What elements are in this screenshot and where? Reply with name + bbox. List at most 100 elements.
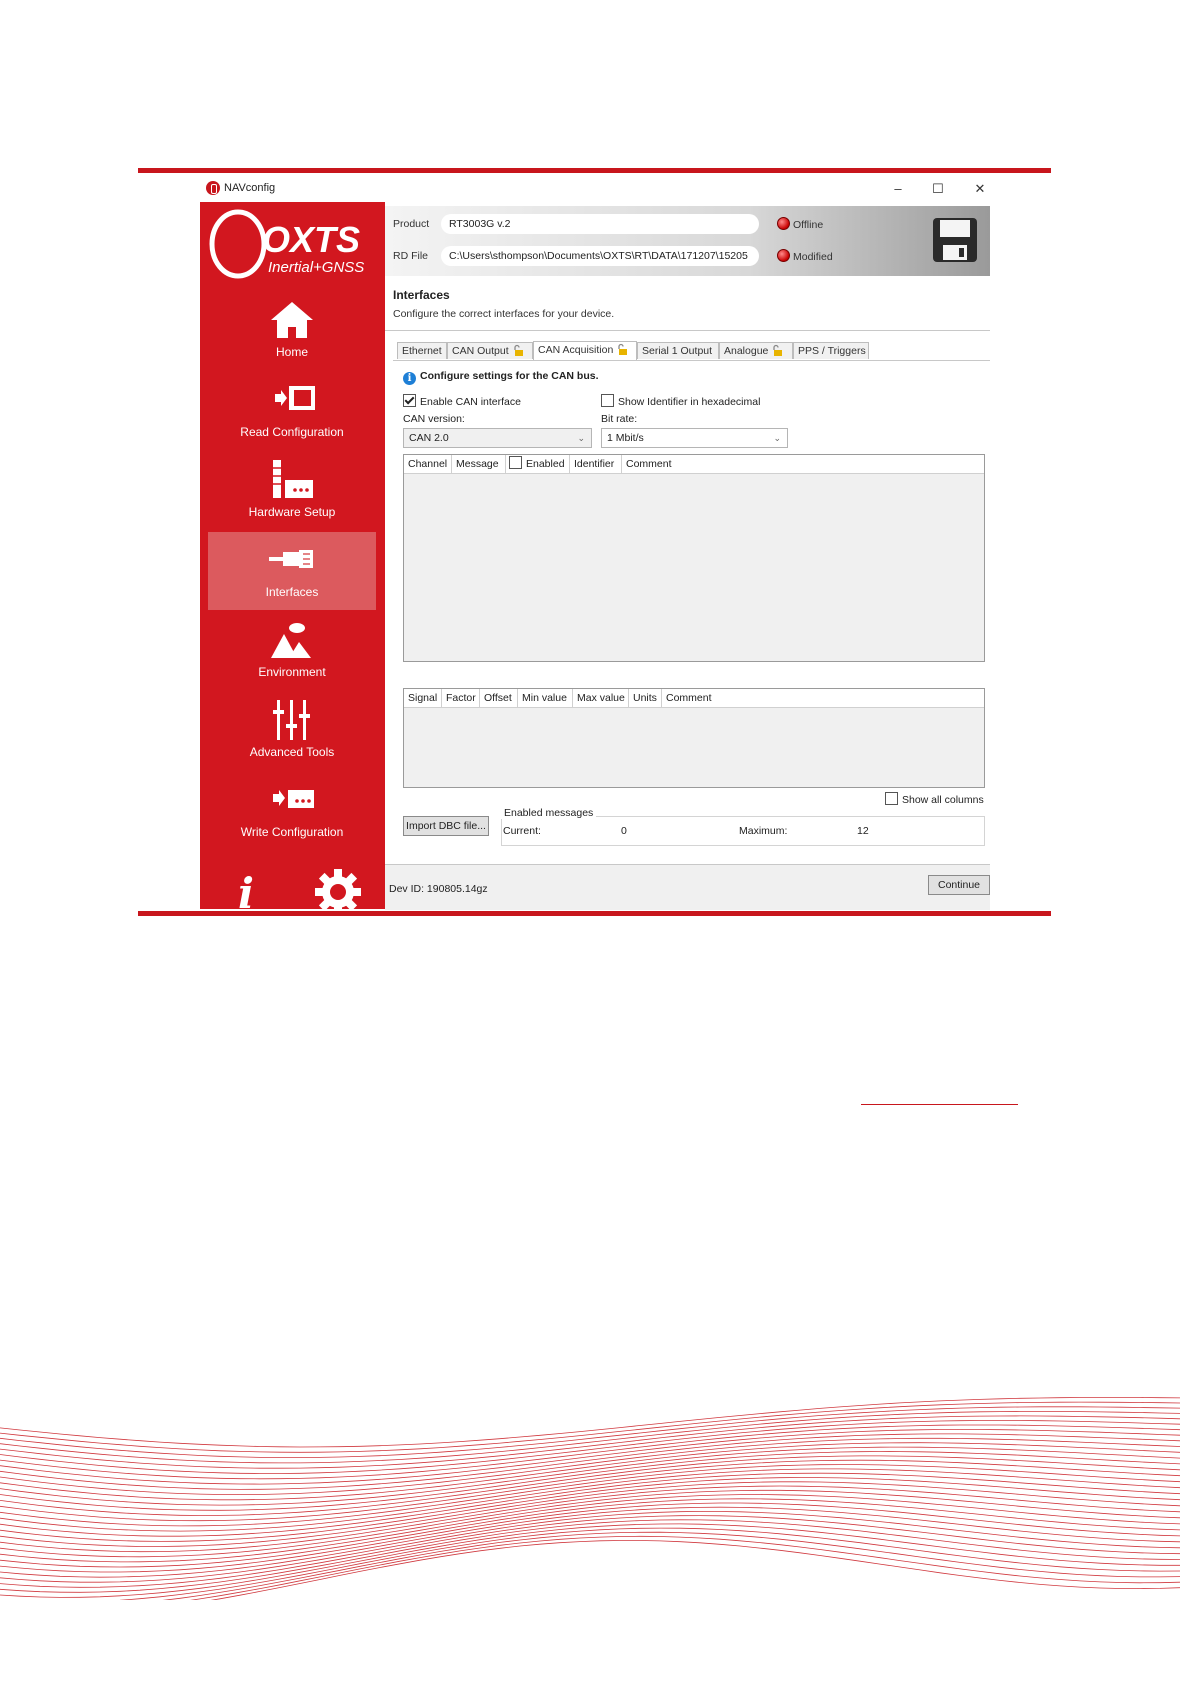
lock-icon (773, 344, 783, 356)
wave-line (162, 1531, 1181, 1600)
checkbox-unchecked-icon[interactable] (509, 456, 522, 469)
wave-line (0, 1510, 1181, 1583)
environment-icon (271, 623, 311, 658)
bit-rate-select[interactable]: 1 Mbit/s ⌄ (601, 428, 788, 448)
enabled-messages-label: Enabled messages (501, 807, 597, 819)
status-modified-indicator (777, 249, 790, 262)
tab-can-output[interactable]: CAN Output (447, 342, 533, 359)
tab-serial-1-output[interactable]: Serial 1 Output (637, 342, 719, 359)
product-header: Product RT3003G v.2 RD File C:\Users\sth… (385, 206, 990, 276)
maximum-label: Maximum: (739, 825, 788, 837)
logo-tagline: Inertial+GNSS (268, 259, 364, 276)
wave-line (0, 1401, 1181, 1453)
channel-grid[interactable]: Channel Message Enabled Identifier Comme… (403, 454, 985, 662)
checkbox-unchecked-icon[interactable] (601, 394, 614, 407)
sidebar-item-label: Read Configuration (240, 425, 344, 439)
window-title: NAVconfig (224, 182, 276, 194)
continue-button[interactable]: Continue (928, 875, 990, 895)
import-dbc-button[interactable]: Import DBC file... (403, 816, 489, 836)
checkbox-checked-icon[interactable] (403, 394, 416, 407)
tab-analogue[interactable]: Analogue (719, 342, 793, 359)
chevron-down-icon: ⌄ (577, 433, 585, 443)
wave-line (0, 1411, 1181, 1464)
signal-grid[interactable]: Signal Factor Offset Min value Max value… (403, 688, 985, 788)
sidebar: OXTS Inertial+GNSS Home Read Configurati… (200, 202, 385, 909)
product-field[interactable]: RT3003G v.2 (441, 214, 759, 234)
sidebar-item-write-configuration[interactable]: Write Configuration (208, 772, 376, 850)
sidebar-item-home[interactable]: Home (208, 292, 376, 370)
can-version-select[interactable]: CAN 2.0 ⌄ (403, 428, 592, 448)
chevron-down-icon: ⌄ (773, 433, 781, 443)
sidebar-item-label: Advanced Tools (249, 745, 335, 759)
current-value: 0 (621, 825, 627, 837)
gear-icon[interactable] (315, 869, 361, 909)
main-panel: Interfaces Configure the correct interfa… (385, 276, 990, 910)
sidebar-item-label: Write Configuration (240, 825, 344, 839)
sidebar-item-advanced-tools[interactable]: Advanced Tools (208, 692, 376, 770)
column-header[interactable]: Identifier (570, 455, 622, 473)
column-header[interactable]: Comment (662, 689, 722, 707)
bit-rate-label: Bit rate: (601, 413, 638, 425)
channel-grid-header: Channel Message Enabled Identifier Comme… (404, 455, 984, 474)
lock-icon (618, 343, 628, 355)
footer-bar: Dev ID: 190805.14gz Continue (385, 864, 990, 910)
tab-panel-border (393, 360, 990, 361)
hardware-icon (273, 460, 313, 498)
checkbox-unchecked-icon[interactable] (885, 792, 898, 805)
sidebar-item-hardware-setup[interactable]: Hardware Setup (208, 452, 376, 530)
status-offline-indicator (777, 217, 790, 230)
close-button[interactable]: ✕ (960, 178, 1000, 200)
column-header[interactable]: Factor (442, 689, 480, 707)
home-icon (271, 302, 313, 338)
show-hex-checkbox[interactable]: Show Identifier in hexadecimal (601, 394, 760, 408)
link-underline[interactable] (861, 1104, 1018, 1105)
info-message: i Configure settings for the CAN bus. (403, 370, 599, 385)
wave-line (0, 1468, 1181, 1532)
decorative-wave (0, 1397, 1181, 1600)
column-header[interactable]: Signal (404, 689, 442, 707)
status-offline: Offline (777, 217, 823, 231)
product-label: Product (393, 218, 430, 230)
sidebar-item-label: Hardware Setup (248, 505, 336, 519)
status-modified: Modified (777, 249, 833, 263)
column-header-enabled[interactable]: Enabled (506, 455, 570, 473)
column-header[interactable]: Max value (573, 689, 629, 707)
minimize-button[interactable]: – (878, 178, 918, 200)
column-header[interactable]: Units (629, 689, 662, 707)
oxts-logo: OXTS Inertial+GNSS (209, 209, 364, 279)
sidebar-item-environment[interactable]: Environment (208, 612, 376, 690)
sidebar-item-label: Interfaces (265, 585, 319, 599)
column-header[interactable]: Channel (404, 455, 452, 473)
column-header[interactable]: Message (452, 455, 506, 473)
lock-icon (513, 344, 523, 356)
column-header[interactable]: Min value (518, 689, 573, 707)
save-icon[interactable] (931, 216, 979, 264)
enable-can-checkbox[interactable]: Enable CAN interface (403, 394, 521, 408)
sidebar-item-read-configuration[interactable]: Read Configuration (208, 372, 376, 450)
device-id: Dev ID: 190805.14gz (389, 883, 488, 895)
signal-grid-header: Signal Factor Offset Min value Max value… (404, 689, 984, 708)
app-icon (206, 181, 220, 195)
logo-brand: OXTS (262, 219, 360, 260)
info-icon[interactable]: i (238, 869, 254, 909)
wave-line (118, 1527, 1181, 1600)
page-title: Interfaces (393, 288, 450, 302)
header-separator (385, 330, 990, 331)
bottom-divider (138, 911, 1051, 916)
tab-can-acquisition[interactable]: CAN Acquisition (533, 341, 637, 360)
rd-file-field[interactable]: C:\Users\sthompson\Documents\OXTS\RT\DAT… (441, 246, 759, 266)
read-config-icon (275, 386, 315, 410)
maximum-value: 12 (857, 825, 869, 837)
sidebar-item-interfaces[interactable]: Interfaces (208, 532, 376, 610)
rd-file-label: RD File (393, 250, 429, 262)
column-header[interactable]: Comment (622, 455, 682, 473)
show-all-columns-checkbox[interactable]: Show all columns (885, 792, 984, 806)
wave-line (0, 1459, 1181, 1522)
svg-text:i: i (238, 869, 254, 909)
maximize-button[interactable]: ☐ (918, 178, 958, 200)
tab-pps-triggers[interactable]: PPS / Triggers (793, 342, 869, 359)
tab-ethernet[interactable]: Ethernet (397, 342, 447, 359)
sidebar-item-label: Home (275, 345, 308, 359)
sidebar-bottom-icons: i (238, 869, 361, 909)
column-header[interactable]: Offset (480, 689, 518, 707)
